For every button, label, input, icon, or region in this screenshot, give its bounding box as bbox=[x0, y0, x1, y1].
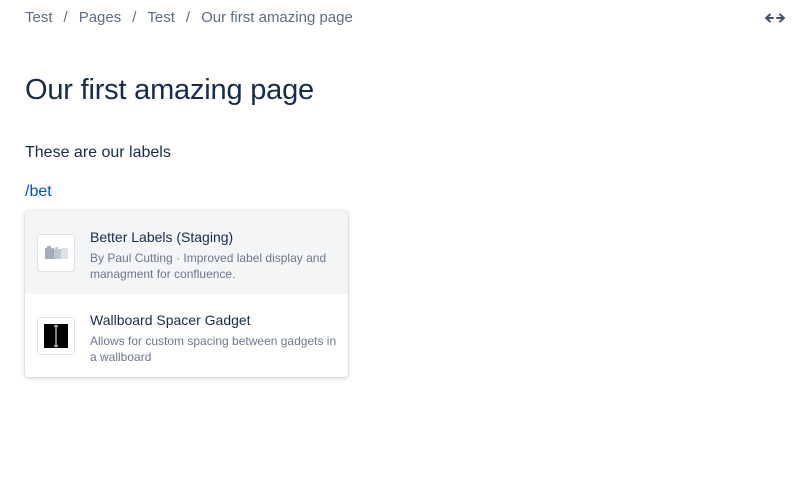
breadcrumb-item-pages[interactable]: Pages bbox=[79, 9, 122, 26]
breadcrumb-separator: / bbox=[63, 9, 68, 26]
dropdown-item-title: Better Labels (Staging) bbox=[90, 229, 234, 245]
dropdown-item-description: By Paul Cutting · Improved label display… bbox=[90, 251, 327, 281]
breadcrumb-item-current-page[interactable]: Our first amazing page bbox=[201, 9, 353, 26]
double-arrow-icon bbox=[765, 13, 785, 23]
breadcrumb-separator: / bbox=[185, 9, 191, 26]
dropdown-item-wallboard-spacer[interactable]: Wallboard Spacer Gadget Allows for custo… bbox=[25, 294, 348, 377]
page-title[interactable]: Our first amazing page bbox=[25, 74, 314, 107]
slash-command-query[interactable]: /bet bbox=[25, 183, 52, 201]
breadcrumb-item-test-2[interactable]: Test bbox=[147, 9, 175, 26]
dropdown-item-title: Wallboard Spacer Gadget bbox=[90, 312, 251, 328]
breadcrumb: Test / Pages / Test / Our first amazing … bbox=[25, 9, 353, 26]
breadcrumb-separator: / bbox=[132, 9, 137, 26]
dropdown-item-better-labels[interactable]: Better Labels (Staging) By Paul Cutting … bbox=[25, 211, 348, 294]
labels-app-icon bbox=[37, 234, 75, 272]
breadcrumb-item-test[interactable]: Test bbox=[25, 9, 53, 26]
body-paragraph[interactable]: These are our labels bbox=[25, 144, 171, 162]
full-width-toggle-button[interactable] bbox=[764, 10, 786, 26]
dropdown-item-description: Allows for custom spacing between gadget… bbox=[90, 334, 337, 364]
quick-insert-dropdown: Better Labels (Staging) By Paul Cutting … bbox=[25, 211, 348, 377]
page: Test / Pages / Test / Our first amazing … bbox=[0, 0, 806, 478]
spacer-gadget-icon bbox=[37, 317, 75, 355]
